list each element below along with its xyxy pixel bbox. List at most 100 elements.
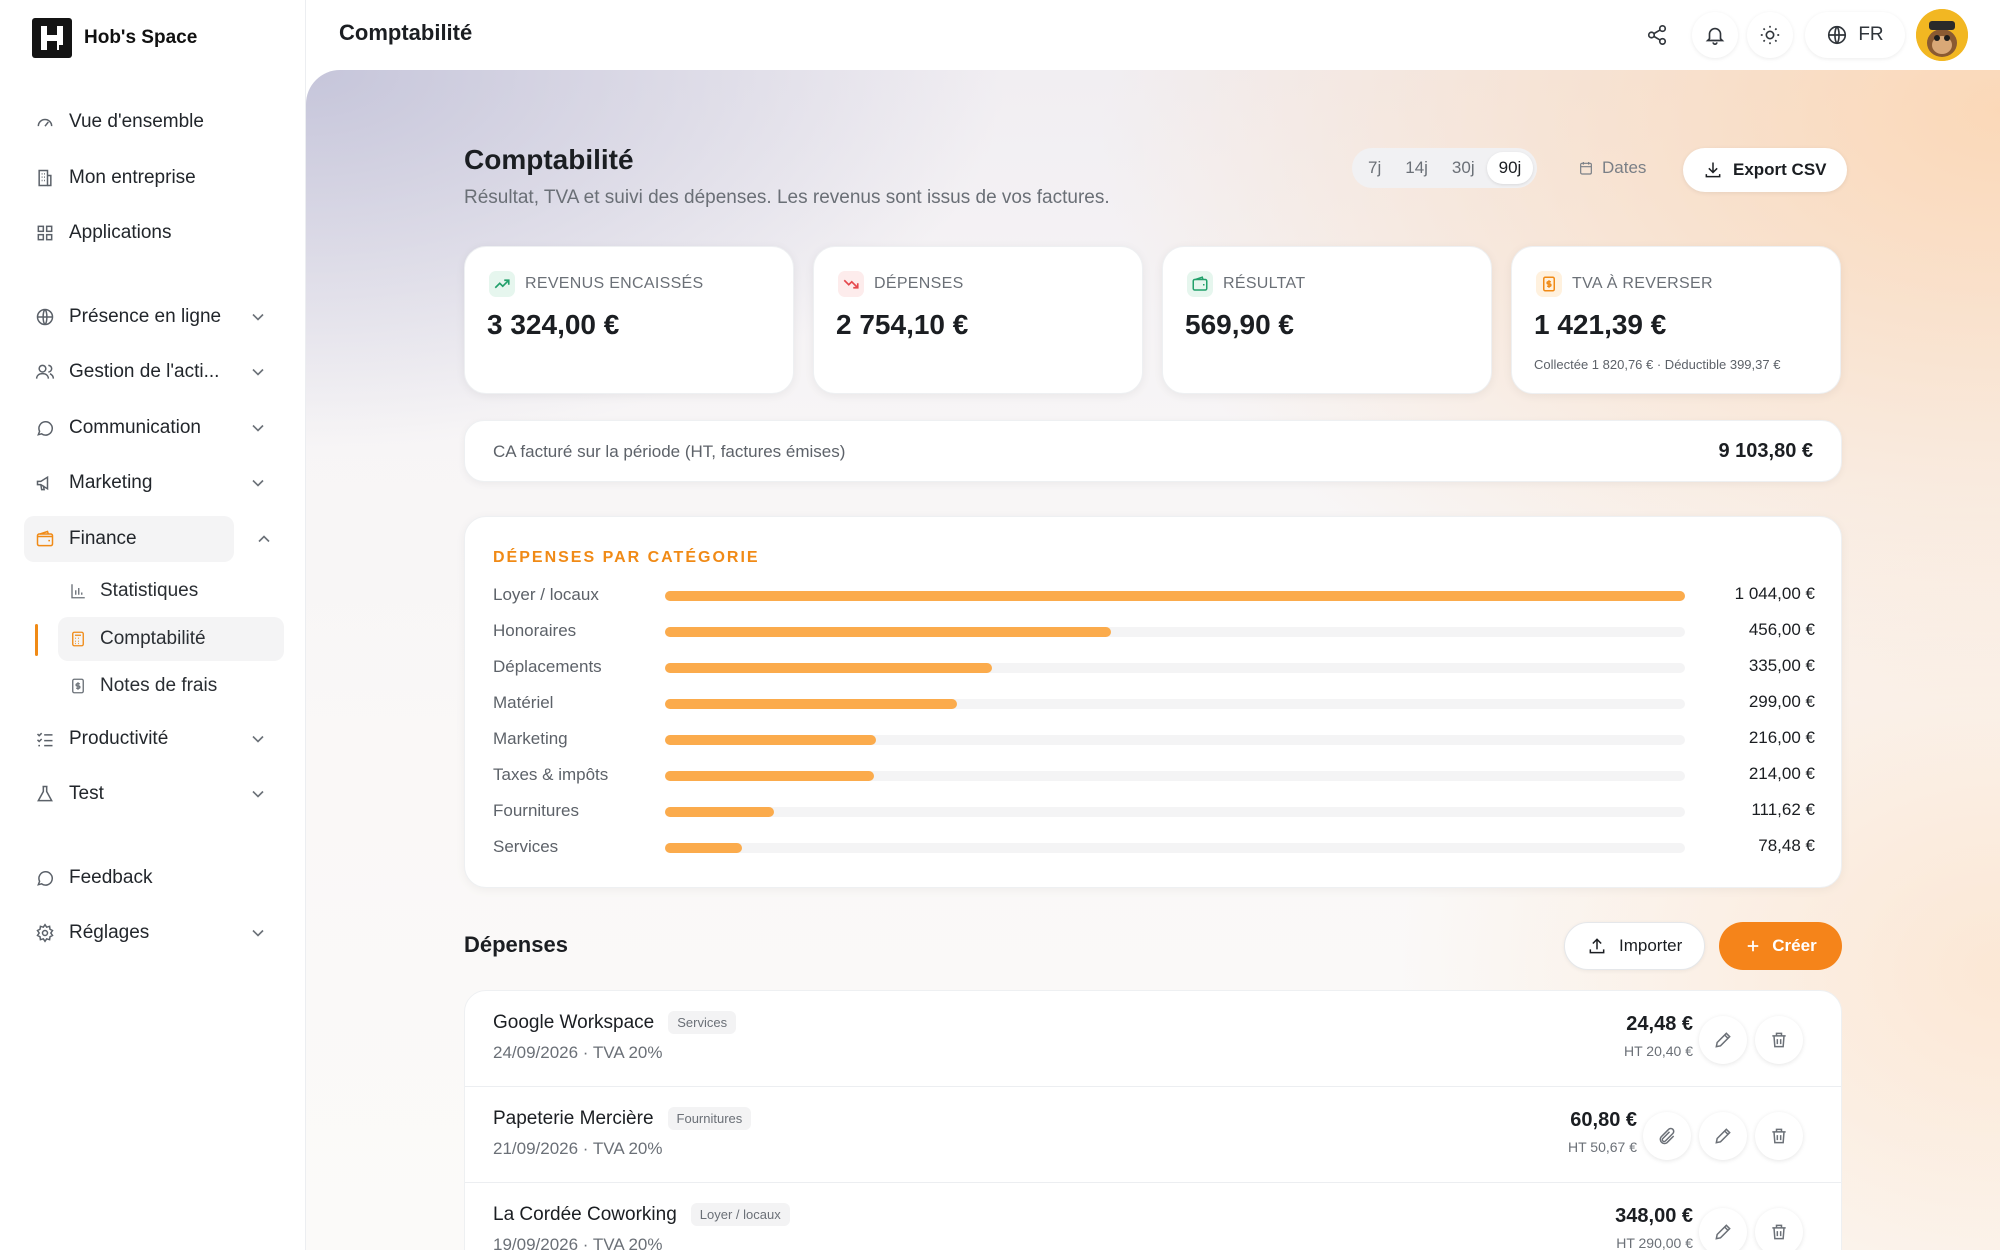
period-7j[interactable]: 7j <box>1356 152 1393 184</box>
calendar-icon <box>1578 160 1594 176</box>
expenses-title: Dépenses <box>464 932 568 957</box>
dates-button[interactable]: Dates <box>1578 158 1646 178</box>
category-row: Matériel 299,00 € <box>493 691 1815 715</box>
export-csv-button[interactable]: Export CSV <box>1683 148 1847 192</box>
language-label: FR <box>1858 24 1884 45</box>
globe-icon <box>34 306 56 328</box>
expense-meta: 19/09/2026 · TVA 20% <box>493 1235 663 1250</box>
nav-finance[interactable]: Finance <box>24 516 234 562</box>
category-bar <box>665 843 742 853</box>
nav-finance-expenses-label: Notes de frais <box>100 675 218 696</box>
nav-communication[interactable]: Communication <box>24 405 282 451</box>
topbar: Comptabilité FR <box>306 0 2000 70</box>
list-item[interactable]: La Cordée Coworking Loyer / locaux 19/09/… <box>465 1183 1841 1250</box>
expense-ht: HT 50,67 € <box>1567 1139 1637 1155</box>
sidebar: Hob's Space Vue d'ensemble Mon entrepris… <box>0 0 306 1250</box>
edit-button[interactable] <box>1699 1112 1747 1160</box>
language-selector[interactable]: FR <box>1805 12 1905 58</box>
chevron-up-icon[interactable] <box>254 529 274 549</box>
nav-test[interactable]: Test <box>24 771 282 817</box>
topbar-title: Comptabilité <box>339 20 473 45</box>
period-14j[interactable]: 14j <box>1393 152 1440 184</box>
nav-finance-stats-label: Statistiques <box>100 580 199 601</box>
category-name: Honoraires <box>493 621 577 640</box>
category-name: Matériel <box>493 693 554 712</box>
nav-settings[interactable]: Réglages <box>24 910 282 956</box>
nav-feedback[interactable]: Feedback <box>24 855 282 901</box>
gauge-icon <box>34 111 56 133</box>
trash-icon <box>1769 1222 1789 1242</box>
category-section-title: DÉPENSES PAR CATÉGORIE <box>493 549 760 566</box>
import-label: Importer <box>1619 936 1683 955</box>
receipt-icon <box>1536 271 1562 297</box>
category-bar <box>665 699 958 709</box>
brand-name: Hob's Space <box>84 27 198 48</box>
delete-button[interactable] <box>1755 1208 1803 1250</box>
category-amount: 1 044,00 € <box>1734 584 1815 603</box>
edit-button[interactable] <box>1699 1208 1747 1250</box>
brand[interactable]: Hob's Space <box>32 18 197 58</box>
category-amount: 214,00 € <box>1748 764 1815 783</box>
create-label: Créer <box>1772 936 1817 955</box>
period-90j[interactable]: 90j <box>1486 152 1534 184</box>
category-row: Loyer / locaux 1 044,00 € <box>493 583 1815 607</box>
nav-finance-accounting[interactable]: Comptabilité <box>58 617 284 661</box>
download-icon <box>1703 160 1723 180</box>
kpi-revenue: REVENUS ENCAISSÉS 3 324,00 € <box>464 246 794 394</box>
delete-button[interactable] <box>1755 1016 1803 1064</box>
import-button[interactable]: Importer <box>1564 922 1706 970</box>
kpi-vat-value: 1 421,39 € <box>1534 309 1667 340</box>
nav-apps[interactable]: Applications <box>24 210 282 256</box>
page-subtitle: Résultat, TVA et suivi des dépenses. Les… <box>464 187 1110 208</box>
nav-company[interactable]: Mon entreprise <box>24 155 282 201</box>
nav-finance-label: Finance <box>69 528 137 549</box>
checklist-icon <box>34 728 56 750</box>
delete-button[interactable] <box>1755 1112 1803 1160</box>
nav-finance-expenses[interactable]: Notes de frais <box>58 664 217 708</box>
category-bar <box>665 591 1685 601</box>
list-item[interactable]: Papeterie Mercière Fournitures 21/09/2026… <box>465 1087 1841 1183</box>
nav-feedback-label: Feedback <box>69 867 153 888</box>
share-button[interactable] <box>1634 12 1680 58</box>
chevron-down-icon <box>248 923 268 943</box>
nav-overview[interactable]: Vue d'ensemble <box>24 99 282 145</box>
category-name: Services <box>493 837 559 856</box>
category-amount: 216,00 € <box>1748 728 1815 747</box>
sub-active-indicator <box>35 624 38 656</box>
nav-productivity[interactable]: Productivité <box>24 716 282 762</box>
edit-button[interactable] <box>1699 1016 1747 1064</box>
kpi-revenue-value: 3 324,00 € <box>487 309 620 340</box>
kpi-result: RÉSULTAT 569,90 € <box>1162 246 1492 394</box>
notifications-button[interactable] <box>1692 12 1738 58</box>
nav-communication-label: Communication <box>69 417 201 438</box>
nav-overview-label: Vue d'ensemble <box>69 111 204 132</box>
period-30j[interactable]: 30j <box>1440 152 1487 184</box>
trash-icon <box>1769 1126 1789 1146</box>
wallet-icon <box>34 528 56 550</box>
building-icon <box>34 167 56 189</box>
kpi-revenue-label: REVENUS ENCAISSÉS <box>525 275 704 292</box>
list-item[interactable]: Google Workspace Services 24/09/2026 · TV… <box>465 991 1841 1087</box>
expenses-by-category: DÉPENSES PAR CATÉGORIE Loyer / locaux 1 0… <box>464 516 1842 888</box>
avatar[interactable] <box>1916 9 1968 61</box>
chevron-down-icon <box>248 418 268 438</box>
nav-online[interactable]: Présence en ligne <box>24 294 282 340</box>
create-expense-button[interactable]: Créer <box>1719 922 1842 970</box>
nav-activity[interactable]: Gestion de l'acti... <box>24 349 282 395</box>
theme-toggle-button[interactable] <box>1747 12 1793 58</box>
brand-logo <box>32 18 72 58</box>
period-selector: 7j 14j 30j 90j <box>1352 148 1538 188</box>
category-amount: 111,62 € <box>1751 800 1815 819</box>
chevron-down-icon <box>248 362 268 382</box>
attachment-button[interactable] <box>1643 1112 1691 1160</box>
chevron-down-icon <box>248 784 268 804</box>
expense-ht: HT 290,00 € <box>1616 1235 1693 1250</box>
expense-meta: 21/09/2026 · TVA 20% <box>493 1139 663 1158</box>
nav-marketing[interactable]: Marketing <box>24 460 282 506</box>
chevron-down-icon <box>248 307 268 327</box>
category-bar-track <box>665 771 1685 781</box>
nav-finance-stats[interactable]: Statistiques <box>58 569 198 613</box>
calculator-icon <box>68 629 88 649</box>
nav-settings-label: Réglages <box>69 922 150 943</box>
category-bar <box>665 627 1111 637</box>
